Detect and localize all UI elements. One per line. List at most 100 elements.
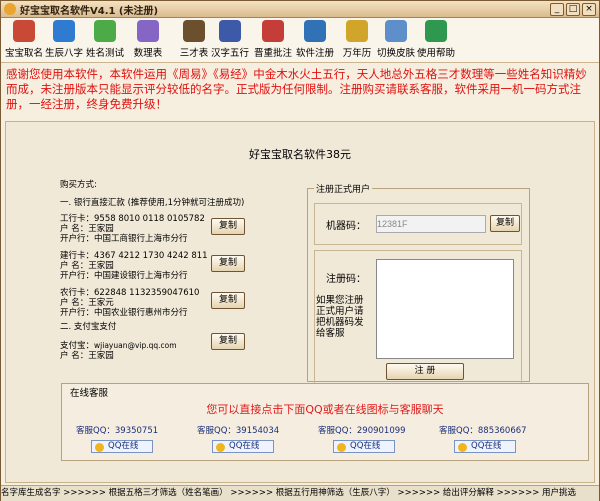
price-title: 好宝宝取名软件38元: [249, 148, 351, 161]
qq-agent-label: 客服QQ：: [318, 426, 357, 436]
toolbar-button-7[interactable]: 软件注册: [295, 20, 335, 60]
alipay-holder-label: 户 名：: [60, 351, 89, 361]
name-pen-icon: [13, 20, 35, 42]
holder-name: 王家园: [88, 261, 114, 271]
app-window: 好宝宝取名软件V4.1 (未注册) _ □ × 宝宝取名 生辰八字 姓名测试 数理表 三…: [0, 0, 600, 501]
toolbar-button-0[interactable]: 宝宝取名: [4, 20, 44, 60]
toolbar-label: 生辰八字: [44, 48, 83, 59]
toolbar-button-9[interactable]: 切换皮肤: [376, 20, 416, 60]
toolbar-button-2[interactable]: 姓名测试: [85, 20, 125, 60]
brush-icon: [219, 20, 241, 42]
qq-number: 39350751: [114, 426, 159, 436]
branch-label: 开户行：: [60, 234, 95, 244]
toolbar-label: 数理表: [133, 48, 163, 59]
toolbar-label: 三才表: [179, 48, 209, 59]
bank-info: 农行卡：622848 1132359047610 户 名：王家元 开户行：中国农业银…: [60, 288, 199, 318]
toolbar-label: 姓名测试: [85, 48, 124, 59]
bank-info: 工行卡：9558 8010 0118 0105782 户 名：王家园 开户行：中国工…: [60, 214, 205, 244]
bank-section-title: 一. 银行直接汇款 (推荐使用,1分钟就可注册成功): [60, 198, 245, 208]
calendar-icon: [346, 20, 368, 42]
toolbar-label: 万年历: [342, 48, 372, 59]
scissors-pencil-icon: [262, 20, 284, 42]
toolbar-label: 晋重批注: [253, 48, 292, 59]
qq-agent-label: 客服QQ：: [439, 426, 478, 436]
register-code-label: 注册码：: [326, 274, 366, 285]
copy-bank-button[interactable]: 复制: [211, 218, 245, 235]
qq-online-button[interactable]: QQ在线: [212, 440, 274, 453]
qq-number: 39154034: [235, 426, 280, 436]
skin-icon: [385, 20, 407, 42]
minimize-button[interactable]: _: [550, 3, 564, 16]
card-label: 农行卡：: [60, 288, 95, 298]
qq-agent-label: 客服QQ：: [197, 426, 236, 436]
qq-penguin-icon: [458, 443, 467, 452]
toolbar-button-6[interactable]: 晋重批注: [253, 20, 293, 60]
toolbar: 宝宝取名 生辰八字 姓名测试 数理表 三才表 汉字五行 晋重批注 软件注册 万年历 切换皮肤 使用帮…: [1, 18, 599, 63]
number-table-icon: [137, 20, 159, 42]
copy-bank-button[interactable]: 复制: [211, 255, 245, 272]
qq-online-button[interactable]: QQ在线: [333, 440, 395, 453]
online-service-title: 在线客服: [68, 385, 111, 399]
alipay-label: 支付宝：: [60, 341, 95, 351]
register-hint: 如果您注册正式用户请把机器码发给客服: [316, 295, 364, 339]
qq-number: 290901099: [356, 426, 406, 436]
buy-label: 购买方式:: [60, 180, 97, 190]
help-icon: [425, 20, 447, 42]
bank-branch: 中国建设银行上海市分行: [94, 271, 188, 281]
qq-online-button[interactable]: QQ在线: [454, 440, 516, 453]
online-service-group: 在线客服 您可以直接点击下面QQ或者在线图标与客服聊天 客服QQ：3935075…: [61, 383, 589, 461]
alipay-account: wjiayuan@vip.qq.com: [94, 341, 177, 350]
copy-machine-code-button[interactable]: 复制: [490, 215, 520, 232]
qq-agent: 客服QQ：39154034: [197, 424, 279, 436]
toolbar-button-8[interactable]: 万年历: [337, 20, 377, 60]
bank-branch: 中国农业银行惠州市分行: [94, 308, 188, 318]
toolbar-label: 宝宝取名: [4, 48, 43, 59]
qq-number: 885360667: [477, 426, 527, 436]
toolbar-button-4[interactable]: 三才表: [174, 20, 214, 60]
toolbar-label: 使用帮助: [416, 48, 455, 59]
maximize-button[interactable]: □: [566, 3, 580, 16]
toolbar-label: 软件注册: [295, 48, 334, 59]
toolbar-button-3[interactable]: 数理表: [128, 20, 168, 60]
card-number: 9558 8010 0118 0105782: [94, 214, 205, 224]
toolbar-button-10[interactable]: 使用帮助: [416, 20, 456, 60]
license-notice: 感谢您使用本软件，本软件运用《周易》《易经》中金木水火土五行，天人地总外五格三才…: [6, 67, 587, 111]
qq-penguin-icon: [337, 443, 346, 452]
qq-online-label: QQ在线: [471, 441, 502, 451]
card-label: 建行卡：: [60, 251, 95, 261]
copy-bank-button[interactable]: 复制: [211, 292, 245, 309]
people-icon: [94, 20, 116, 42]
register-submit-button[interactable]: 注 册: [386, 363, 464, 380]
holder-name: 王家元: [88, 298, 114, 308]
toolbar-label: 切换皮肤: [376, 48, 415, 59]
register-group-title: 注册正式用户: [316, 185, 371, 195]
toolbar-button-1[interactable]: 生辰八字: [44, 20, 84, 60]
register-code-textarea[interactable]: [376, 259, 514, 359]
alipay-section-title: 二. 支付宝支付: [60, 322, 117, 332]
holder-label: 户 名：: [60, 224, 89, 234]
copy-alipay-button[interactable]: 复制: [211, 333, 245, 350]
machine-code-input[interactable]: [376, 215, 486, 233]
card-number: 4367 4212 1730 4242 811: [94, 251, 208, 261]
register-group: 注册正式用户 机器码： 复制 注册码： 如果您注册正式用户请把机器码发给客服 注…: [307, 182, 530, 385]
register-icon: [304, 20, 326, 42]
online-service-slogan: 您可以直接点击下面QQ或者在线图标与客服聊天: [206, 403, 444, 416]
holder-label: 户 名：: [60, 298, 89, 308]
machine-code-label: 机器码：: [326, 221, 366, 232]
qq-penguin-icon: [216, 443, 225, 452]
book-icon: [183, 20, 205, 42]
holder-name: 王家园: [88, 224, 114, 234]
qq-agent: 客服QQ：885360667: [439, 424, 527, 436]
qq-online-button[interactable]: QQ在线: [91, 440, 153, 453]
qq-penguin-icon: [95, 443, 104, 452]
globe-icon: [53, 20, 75, 42]
qq-agent: 客服QQ：39350751: [76, 424, 158, 436]
holder-label: 户 名：: [60, 261, 89, 271]
card-label: 工行卡：: [60, 214, 95, 224]
title-bar: 好宝宝取名软件V4.1 (未注册) _ □ ×: [1, 1, 599, 18]
toolbar-label: 汉字五行: [210, 48, 249, 59]
branch-label: 开户行：: [60, 308, 95, 318]
qq-online-label: QQ在线: [108, 441, 139, 451]
toolbar-button-5[interactable]: 汉字五行: [210, 20, 250, 60]
close-button[interactable]: ×: [582, 3, 596, 16]
